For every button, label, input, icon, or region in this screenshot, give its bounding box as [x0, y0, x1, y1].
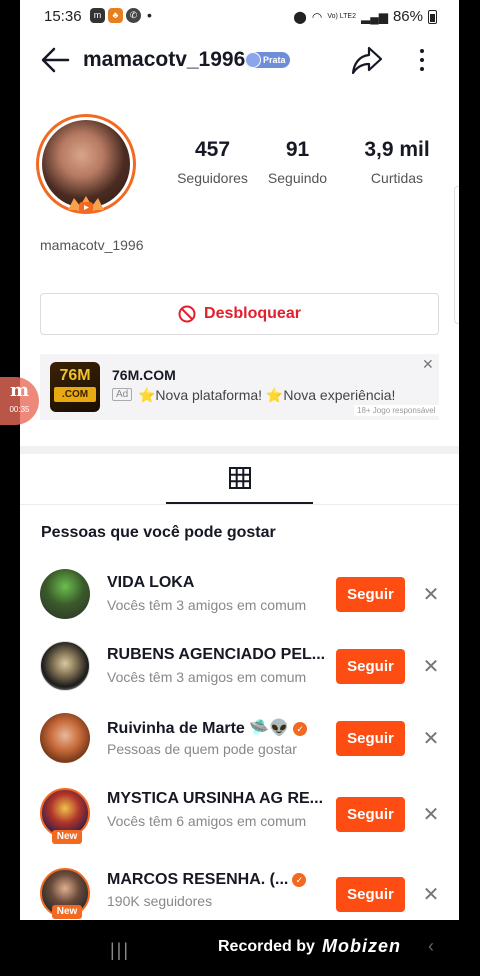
suggestion-row[interactable]: RUBENS AGENCIADO PEL... Vocês têm 3 amig…	[20, 632, 459, 702]
suggestion-subtitle: Pessoas de quem pode gostar	[107, 741, 297, 757]
mobizen-icon: m	[9, 380, 30, 401]
suggestion-name-text: MARCOS RESENHA. (...	[107, 871, 289, 888]
watermark-recorded-by: Recorded by	[218, 938, 315, 955]
verified-icon: ✓	[293, 722, 308, 736]
network-label: Vo) LTE2	[327, 13, 356, 20]
likes-label: Curtidas	[370, 170, 424, 186]
suggestion-subtitle: 190K seguidores	[107, 893, 213, 909]
follow-button[interactable]: Seguir	[336, 649, 405, 684]
whatsapp-notification-icon: ✆	[126, 8, 141, 23]
following-label: Seguindo	[267, 170, 328, 186]
follow-button[interactable]: Seguir	[336, 877, 405, 912]
suggestion-subtitle: Vocês têm 3 amigos em comum	[107, 597, 307, 613]
suggestion-name: MYSTICA URSINHA AG RE...	[107, 790, 324, 807]
suggestions-title: Pessoas que você pode gostar	[41, 524, 276, 541]
status-right: ⬤ ◠ Vo) LTE2 ▂▄▆ 86%	[293, 8, 437, 25]
profile-avatar[interactable]	[36, 114, 136, 214]
likes-count: 3,9 mil	[364, 138, 430, 161]
scroll-indicator	[454, 186, 459, 324]
following-count: 91	[285, 138, 310, 161]
suggestion-name: Ruivinha de Marte 🛸👽 ✓	[107, 718, 308, 738]
dot-icon	[420, 49, 424, 53]
ad-banner[interactable]: 76M .COM 76M.COM Ad ⭐Nova plataforma! ⭐N…	[40, 354, 439, 420]
suggestion-name: MARCOS RESENHA. (... ✓	[107, 871, 307, 889]
more-options-button[interactable]	[412, 44, 432, 76]
stat-likes[interactable]: 3,9 mil Curtidas	[353, 138, 441, 186]
page-title: mamacotv_1996	[83, 48, 246, 71]
share-button[interactable]	[350, 44, 384, 76]
battery-percent: 86%	[392, 8, 423, 25]
nav-back-icon[interactable]: ‹	[428, 936, 434, 957]
suggestion-subtitle: Vocês têm 6 amigos em comum	[107, 813, 307, 829]
verified-icon: ✓	[292, 873, 307, 887]
watermark-brand: Mobizen	[322, 936, 401, 956]
live-crown-icon	[68, 196, 104, 213]
system-nav-bar: ||| Recorded by Mobizen ‹	[0, 920, 480, 976]
new-badge: New	[52, 905, 82, 919]
back-button[interactable]	[38, 42, 72, 78]
ad-title: 76M.COM	[112, 367, 176, 383]
ad-text: ⭐Nova plataforma! ⭐Nova experiência!	[138, 387, 396, 403]
avatar[interactable]	[40, 641, 90, 691]
status-time: 15:36	[44, 8, 82, 25]
recents-button[interactable]: |||	[110, 940, 130, 961]
unblock-button[interactable]: Desbloquear	[40, 293, 439, 335]
ad-logo: 76M .COM	[50, 362, 100, 412]
dismiss-icon[interactable]: ✕	[422, 882, 440, 907]
tab-videos-grid[interactable]	[166, 454, 313, 504]
more-notifications-dot: •	[147, 7, 152, 23]
app-notification-icon: ♣	[108, 8, 123, 23]
signal-icon: ▂▄▆	[361, 9, 388, 24]
ad-close-icon[interactable]: ✕	[422, 356, 434, 373]
tier-badge-label: Prata	[263, 55, 286, 65]
ad-tag: Ad	[112, 388, 133, 401]
ad-disclaimer: 18+ Jogo responsável	[354, 405, 439, 416]
dismiss-icon[interactable]: ✕	[422, 582, 440, 607]
follow-button[interactable]: Seguir	[336, 577, 405, 612]
avatar[interactable]	[40, 713, 90, 763]
section-divider	[20, 446, 459, 454]
profile-tabs	[20, 454, 459, 505]
avatar[interactable]	[40, 569, 90, 619]
follow-button[interactable]: Seguir	[336, 721, 405, 756]
top-nav: mamacotv_1996 Prata	[20, 38, 459, 82]
location-icon: ⬤	[293, 9, 307, 24]
wifi-icon: ◠	[311, 9, 323, 24]
suggestion-subtitle: Vocês têm 3 amigos em comum	[107, 669, 307, 685]
arrow-left-icon	[41, 47, 70, 73]
dot-icon	[420, 58, 424, 62]
suggestion-name-text: Ruivinha de Marte 🛸👽	[107, 720, 290, 737]
status-bar: 15:36 m ♣ ✆ • ⬤ ◠ Vo) LTE2 ▂▄▆ 86%	[20, 0, 459, 32]
profile-username: mamacotv_1996	[40, 237, 144, 253]
ad-logo-text: 76M	[59, 367, 91, 384]
follow-button[interactable]: Seguir	[336, 797, 405, 832]
dismiss-icon[interactable]: ✕	[422, 654, 440, 679]
suggestion-row[interactable]: New MARCOS RESENHA. (... ✓ 190K seguidore…	[20, 858, 459, 920]
unblock-label: Desbloquear	[204, 305, 301, 322]
tier-badge-icon	[245, 52, 261, 68]
dot-icon	[420, 67, 424, 71]
recording-timer: 00:35	[9, 405, 30, 414]
share-arrow-icon	[351, 46, 383, 75]
dismiss-icon[interactable]: ✕	[422, 726, 440, 751]
tier-badge: Prata	[245, 52, 290, 68]
battery-icon	[428, 9, 437, 24]
mobizen-notification-icon: m	[90, 8, 105, 23]
ad-logo-sub: .COM	[54, 387, 96, 402]
stat-following[interactable]: 91 Seguindo	[260, 138, 335, 186]
new-badge: New	[52, 830, 82, 844]
ban-icon	[178, 305, 196, 323]
notification-icons: m ♣ ✆ •	[90, 8, 152, 23]
suggestion-row[interactable]: Ruivinha de Marte 🛸👽 ✓ Pessoas de quem po…	[20, 704, 459, 774]
dismiss-icon[interactable]: ✕	[422, 802, 440, 827]
app-screen: 15:36 m ♣ ✆ • ⬤ ◠ Vo) LTE2 ▂▄▆ 86% mamac…	[20, 0, 459, 920]
followers-count: 457	[194, 138, 231, 161]
grid-icon	[228, 467, 251, 489]
followers-label: Seguidores	[177, 170, 248, 186]
suggestion-name: VIDA LOKA	[107, 574, 195, 591]
stat-followers[interactable]: 457 Seguidores	[160, 138, 265, 186]
suggestion-row[interactable]: VIDA LOKA Vocês têm 3 amigos em comum Se…	[20, 560, 459, 630]
suggestion-row[interactable]: New MYSTICA URSINHA AG RE... Vocês têm 6…	[20, 776, 459, 856]
suggestion-name: RUBENS AGENCIADO PEL...	[107, 646, 326, 663]
